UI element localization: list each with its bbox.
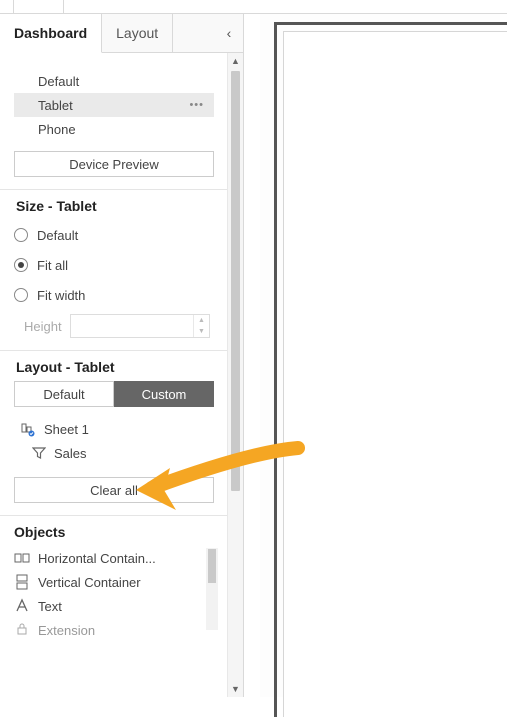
object-label: Vertical Container <box>38 575 141 590</box>
size-fit-all-option[interactable]: Fit all <box>14 250 214 280</box>
device-default[interactable]: Default <box>14 69 214 93</box>
layout-mode-toggle: Default Custom <box>14 381 214 407</box>
device-section: Default Tablet ••• Phone Device Preview <box>0 53 228 190</box>
size-default-option[interactable]: Default <box>14 220 214 250</box>
height-stepper: ▲ ▼ <box>193 315 209 337</box>
device-tablet[interactable]: Tablet ••• <box>14 93 214 117</box>
layout-item-sales[interactable]: Sales <box>14 441 214 465</box>
device-label: Phone <box>38 122 76 137</box>
scroll-up-icon[interactable]: ▲ <box>228 53 243 69</box>
objects-section: Objects Horizontal Contain... Vertical C… <box>0 516 228 646</box>
scroll-down-icon[interactable]: ▼ <box>228 681 243 697</box>
scroll-thumb[interactable] <box>231 71 240 491</box>
vertical-container-icon <box>14 574 30 590</box>
device-list: Default Tablet ••• Phone <box>14 69 214 141</box>
stepper-up-icon: ▲ <box>194 315 209 326</box>
panel-collapse-button[interactable]: ‹ <box>215 14 243 52</box>
filter-icon <box>32 446 46 460</box>
size-section: Size - Tablet Default Fit all Fit width … <box>0 190 228 351</box>
more-icon[interactable]: ••• <box>189 99 204 111</box>
layout-default-button[interactable]: Default <box>14 381 114 407</box>
scroll-thumb[interactable] <box>208 549 216 583</box>
toolbar-strip <box>0 0 507 14</box>
size-section-title: Size - Tablet <box>16 198 214 214</box>
device-label: Tablet <box>38 98 73 113</box>
radio-icon <box>14 258 28 272</box>
objects-section-title: Objects <box>14 524 214 540</box>
panel-tabbar: Dashboard Layout ‹ <box>0 14 243 53</box>
object-horizontal-container[interactable]: Horizontal Contain... <box>14 546 214 570</box>
object-label: Horizontal Contain... <box>38 551 156 566</box>
device-label: Default <box>38 74 79 89</box>
extension-icon <box>14 622 30 638</box>
objects-list: Horizontal Contain... Vertical Container… <box>14 546 214 642</box>
height-input: ▲ ▼ <box>70 314 210 338</box>
layout-item-label: Sales <box>54 446 87 461</box>
horizontal-container-icon <box>14 550 30 566</box>
worksheet-icon <box>20 421 36 437</box>
radio-label: Default <box>37 228 78 243</box>
radio-icon <box>14 288 28 302</box>
tab-dashboard[interactable]: Dashboard <box>0 14 102 53</box>
height-label: Height <box>14 319 70 334</box>
object-label: Extension <box>38 623 95 638</box>
toolbar-cell <box>0 0 14 13</box>
object-vertical-container[interactable]: Vertical Container <box>14 570 214 594</box>
radio-label: Fit all <box>37 258 68 273</box>
tab-layout[interactable]: Layout <box>102 14 173 52</box>
objects-scrollbar[interactable] <box>206 548 218 630</box>
panel-scrollbar[interactable]: ▲ ▼ <box>227 53 243 697</box>
clear-all-button[interactable]: Clear all <box>14 477 214 503</box>
text-icon <box>14 598 30 614</box>
layout-item-sheet1[interactable]: Sheet 1 <box>14 417 214 441</box>
object-extension[interactable]: Extension <box>14 618 214 642</box>
layout-custom-button[interactable]: Custom <box>114 381 214 407</box>
layout-item-label: Sheet 1 <box>44 422 89 437</box>
device-preview-button[interactable]: Device Preview <box>14 151 214 177</box>
dashboard-canvas[interactable] <box>260 14 500 697</box>
radio-icon <box>14 228 28 242</box>
layout-section-title: Layout - Tablet <box>16 359 214 375</box>
device-frame <box>274 22 507 717</box>
dashboard-side-panel: Dashboard Layout ‹ Default Tablet ••• Ph… <box>0 14 244 697</box>
canvas-inner <box>283 31 507 717</box>
radio-label: Fit width <box>37 288 85 303</box>
panel-body: Default Tablet ••• Phone Device Preview … <box>0 53 228 697</box>
size-height-row: Height ▲ ▼ <box>14 314 214 338</box>
stepper-down-icon: ▼ <box>194 326 209 337</box>
layout-section: Layout - Tablet Default Custom Sheet 1 S… <box>0 351 228 516</box>
object-text[interactable]: Text <box>14 594 214 618</box>
device-phone[interactable]: Phone <box>14 117 214 141</box>
size-fit-width-option[interactable]: Fit width <box>14 280 214 310</box>
toolbar-cell <box>14 0 64 13</box>
object-label: Text <box>38 599 62 614</box>
